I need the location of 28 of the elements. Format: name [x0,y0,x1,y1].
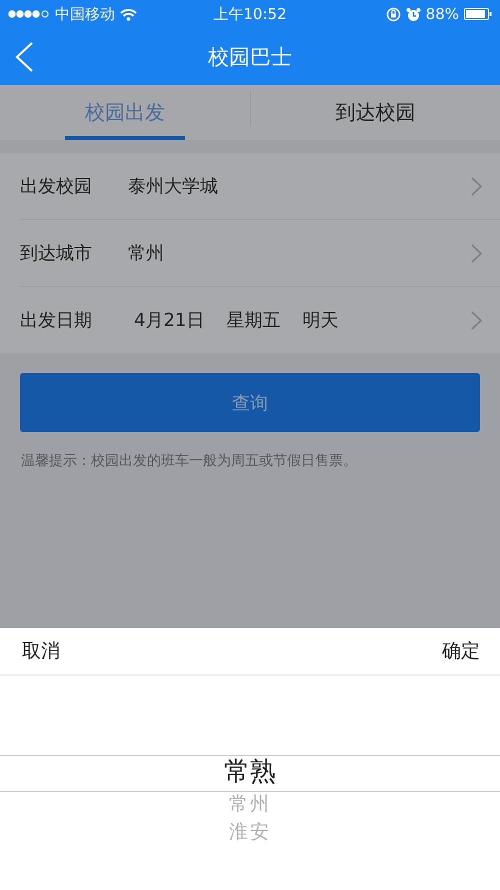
form-row[interactable]: 到达城市 常州 [20,220,500,287]
battery-percent: 88% [426,5,460,23]
rotation-lock-icon [386,6,401,22]
field-value: 明天 [302,309,338,332]
chevron-right-icon [471,310,482,330]
field-label: 出发日期 [20,309,93,332]
carrier-name: 中国移动 [55,4,115,24]
screen-title: 校园巴士 [208,44,292,70]
tip-text: 温馨提示：校园出发的班车一般为周五或节假日售票。 [21,452,358,470]
battery-icon [464,8,492,20]
chevron-right-icon [471,176,482,196]
field-value: 泰州大学城 [128,175,218,198]
field-value: 常州 [128,242,164,265]
field-value: 星期五 [226,309,280,332]
tab[interactable]: 到达校园 [315,85,436,140]
confirm-button[interactable]: 确定 [434,634,488,668]
field-label: 到达城市 [20,242,93,265]
field-label: 出发校园 [20,175,93,198]
form-row[interactable]: 出发校园 泰州大学城 [20,153,500,220]
signal-icon [8,10,50,18]
field-value: 4月21日 [134,309,204,332]
picker-option[interactable]: 常熟 [224,755,276,790]
wifi-icon [120,8,137,20]
clock-time: 上午10:52 [213,4,287,22]
form-row[interactable]: 出发日期 4月21日 星期五 明天 [20,287,500,353]
cancel-button[interactable]: 取消 [14,634,68,668]
alarm-icon [406,6,421,22]
chevron-right-icon [471,244,482,262]
